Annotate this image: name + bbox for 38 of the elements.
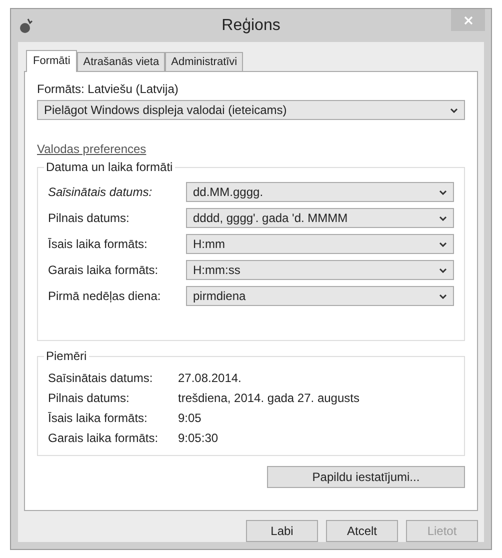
tab[interactable]: Administratīvi <box>165 52 244 71</box>
tab[interactable]: Formāti <box>26 50 78 72</box>
group-title: Piemēri <box>45 349 88 363</box>
dialog-button[interactable]: Labi <box>246 520 318 542</box>
example-label: Saīsinātais datums: <box>48 371 154 385</box>
example-label: Pilnais datums: <box>48 391 130 405</box>
chevron-down-icon <box>439 216 447 220</box>
close-icon <box>464 16 472 24</box>
chevron-down-icon <box>439 268 447 272</box>
example-value: trešdiena, 2014. gada 27. augusts <box>178 391 360 405</box>
tab[interactable]: Atrašanās vieta <box>77 52 166 71</box>
format-label: Formāts: Latviešu (Latvija) <box>37 82 180 96</box>
chevron-down-icon <box>439 294 447 298</box>
example-value: 27.08.2014. <box>178 371 242 385</box>
example-value: 9:05:30 <box>178 431 218 445</box>
chevron-down-icon <box>450 108 458 112</box>
additional-settings-button[interactable]: Papildu iestatījumi... <box>267 466 465 488</box>
format-dropdown[interactable]: H:mm:ss <box>186 260 454 280</box>
example-label: Īsais laika formāts: <box>48 411 148 425</box>
example-label: Garais laika formāts: <box>48 431 160 445</box>
example-value: 9:05 <box>178 411 202 425</box>
field-label: Garais laika formāts: <box>48 263 160 277</box>
field-label: Īsais laika formāts: <box>48 237 148 251</box>
field-label: Pilnais datums: <box>48 211 130 225</box>
group-title: Datuma un laika formāti <box>45 160 174 174</box>
format-dropdown[interactable]: dd.MM.gggg. <box>186 182 454 202</box>
format-dropdown[interactable]: pirmdiena <box>186 286 454 306</box>
format-dropdown[interactable]: H:mm <box>186 234 454 254</box>
language-preferences-link[interactable]: Valodas preferences <box>37 142 146 156</box>
close-button[interactable] <box>451 9 485 31</box>
format-dropdown[interactable]: dddd, gggg'. gada 'd. MMMM <box>186 208 454 228</box>
chevron-down-icon <box>439 242 447 246</box>
field-label: Saīsinātais datums: <box>48 185 154 199</box>
field-label: Pirmā nedēļas diena: <box>48 289 162 303</box>
dialog-button[interactable]: Atcelt <box>326 520 398 542</box>
chevron-down-icon <box>439 190 447 194</box>
window-title: Reģions <box>222 16 280 34</box>
format-dropdown[interactable]: Pielāgot Windows displeja valodai (ieteicams) <box>37 100 465 120</box>
